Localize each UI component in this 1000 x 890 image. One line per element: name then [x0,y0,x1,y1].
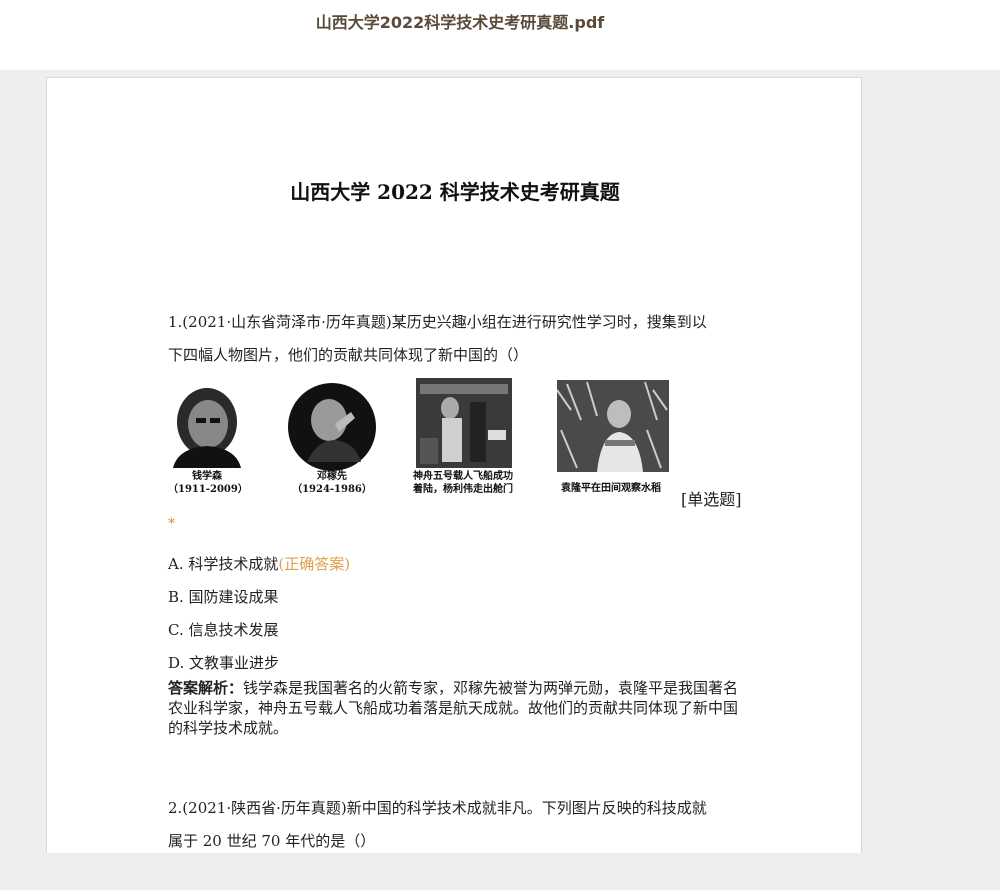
analysis-label: 答案解析： [168,679,244,697]
document-page: 山西大学 2022 科学技术史考研真题 1.(2021·山东省菏泽市·历年真题)… [46,77,862,877]
question-2-text: 2.(2021·陕西省·历年真题)新中国的科学技术成就非凡。下列图片反映的科技成… [168,792,748,858]
option-d-label: D. 文教事业进步 [168,654,280,672]
viewer-footer-bar [0,853,1000,890]
spacecraft-photo [416,378,512,468]
analysis-text: 钱学森是我国著名的火箭专家，邓稼先被誉为两弹元勋，袁隆平是我国著名农业科学家，神… [168,679,739,737]
document-title: 山西大学 2022 科学技术史考研真题 [290,180,620,204]
answer-analysis: 答案解析：钱学森是我国著名的火箭专家，邓稼先被誉为两弹元勋，袁隆平是我国著名农业… [168,678,748,738]
option-b-label: B. 国防建设成果 [168,588,279,606]
question-1-line-2: 下四幅人物图片，他们的贡献共同体现了新中国的（） [168,346,529,364]
photo-3-caption: 神舟五号载人飞船成功 着陆，杨利伟走出舱门 [413,471,513,495]
question-1-line-1: 1.(2021·山东省菏泽市·历年真题)某历史兴趣小组在进行研究性学习时，搜集到… [168,313,707,331]
photo-1-caption: 钱学森 （1911-2009） [168,471,248,495]
option-b[interactable]: B. 国防建设成果 [168,586,279,607]
question-1-photos: 钱学森 （1911-2009） 邓稼先 （1924-1986） 神舟五号载人飞船… [168,378,748,508]
viewer-header: 山西大学2022科学技术史考研真题.pdf [0,0,1000,70]
question-1-text: 1.(2021·山东省菏泽市·历年真题)某历史兴趣小组在进行研究性学习时，搜集到… [168,306,748,372]
question-2-line-1: 2.(2021·陕西省·历年真题)新中国的科学技术成就非凡。下列图片反映的科技成… [168,799,707,817]
photo-4-caption: 袁隆平在田间观察水稻 [561,483,661,494]
question-type-tag: [单选题] [681,490,742,509]
portrait-photo-1 [168,386,246,468]
option-a-label: A. 科学技术成就 [168,555,279,573]
correct-answer-note: (正确答案) [278,555,351,573]
option-c-label: C. 信息技术发展 [168,621,279,639]
option-c[interactable]: C. 信息技术发展 [168,619,278,640]
photo-2-caption: 邓稼先 （1924-1986） [292,471,372,495]
file-title: 山西大学2022科学技术史考研真题.pdf [315,13,605,32]
option-d[interactable]: D. 文教事业进步 [168,652,279,673]
option-a[interactable]: A. 科学技术成就(正确答案) [168,553,350,574]
required-marker: * [168,516,175,532]
rice-field-photo [557,380,669,472]
portrait-photo-2 [287,382,377,472]
